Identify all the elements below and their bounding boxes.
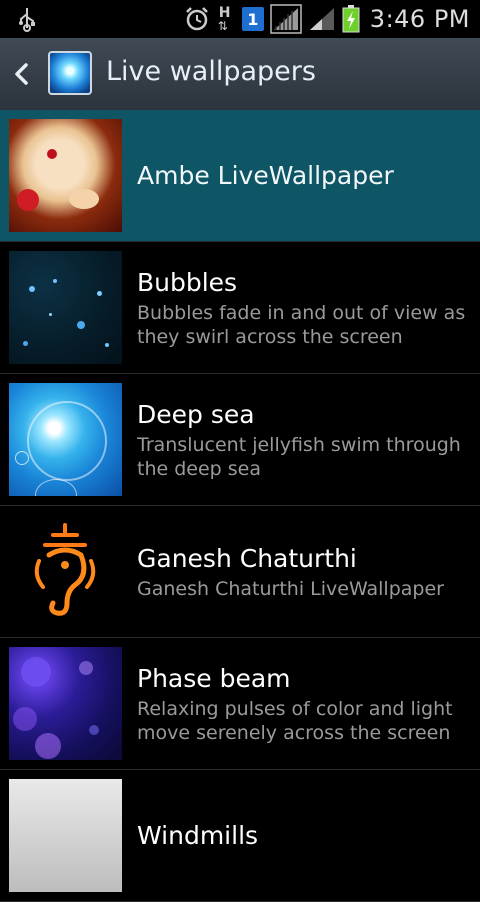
- wallpaper-list: Ambe LiveWallpaper Bubbles Bubbles fade …: [0, 110, 480, 902]
- battery-charging-icon: [342, 5, 360, 33]
- action-bar: Live wallpapers: [0, 38, 480, 111]
- item-title: Deep sea: [137, 399, 255, 429]
- list-item-ambe[interactable]: Ambe LiveWallpaper: [0, 110, 480, 242]
- ganesh-thumbnail: [9, 515, 122, 628]
- signal-icon-2: [309, 8, 334, 30]
- windmills-thumbnail: [9, 779, 122, 892]
- item-title: Windmills: [137, 820, 259, 850]
- item-title: Ganesh Chaturthi: [137, 543, 357, 573]
- ambe-thumbnail: [9, 119, 122, 232]
- status-icons: H ⇅ 1 3:46 PM: [184, 0, 470, 38]
- list-item-windmills[interactable]: Windmills: [0, 770, 480, 902]
- list-item-deep-sea[interactable]: Deep sea Translucent jellyfish swim thro…: [0, 374, 480, 506]
- ganesh-icon: [34, 523, 96, 616]
- status-bar: H ⇅ 1 3:46 PM: [0, 0, 480, 38]
- item-title: Ambe LiveWallpaper: [137, 160, 394, 190]
- item-description: Bubbles fade in and out of view as they …: [137, 301, 466, 348]
- alarm-icon: [185, 7, 208, 31]
- live-wallpaper-app-icon[interactable]: [48, 51, 92, 95]
- bubbles-thumbnail: [9, 251, 122, 364]
- item-text: Bubbles Bubbles fade in and out of view …: [137, 242, 468, 373]
- item-title: Phase beam: [137, 663, 291, 693]
- item-text: Ganesh Chaturthi Ganesh Chaturthi LiveWa…: [137, 506, 468, 637]
- item-description: Ganesh Chaturthi LiveWallpaper: [137, 577, 444, 600]
- item-description: Translucent jellyfish swim through the d…: [137, 433, 461, 480]
- sim-icon: 1: [241, 7, 264, 31]
- back-arrow-icon[interactable]: [12, 62, 30, 86]
- item-text: Ambe LiveWallpaper: [137, 110, 468, 241]
- list-item-bubbles[interactable]: Bubbles Bubbles fade in and out of view …: [0, 242, 480, 374]
- data-arrows-icon: H ⇅: [217, 5, 231, 33]
- list-item-phase-beam[interactable]: Phase beam Relaxing pulses of color and …: [0, 638, 480, 770]
- deep-sea-thumbnail: [9, 383, 122, 496]
- status-time: 3:46 PM: [369, 5, 470, 33]
- phase-beam-thumbnail: [9, 647, 122, 760]
- signal-icon: [270, 4, 302, 34]
- page-title: Live wallpapers: [106, 56, 316, 87]
- usb-icon: [19, 8, 35, 32]
- item-text: Deep sea Translucent jellyfish swim thro…: [137, 374, 468, 505]
- item-title: Bubbles: [137, 267, 238, 297]
- item-description: Relaxing pulses of color and light move …: [137, 697, 453, 744]
- list-item-ganesh[interactable]: Ganesh Chaturthi Ganesh Chaturthi LiveWa…: [0, 506, 480, 638]
- item-text: Phase beam Relaxing pulses of color and …: [137, 638, 468, 769]
- sim-badge-label: 1: [247, 9, 259, 29]
- item-text: Windmills: [137, 770, 468, 901]
